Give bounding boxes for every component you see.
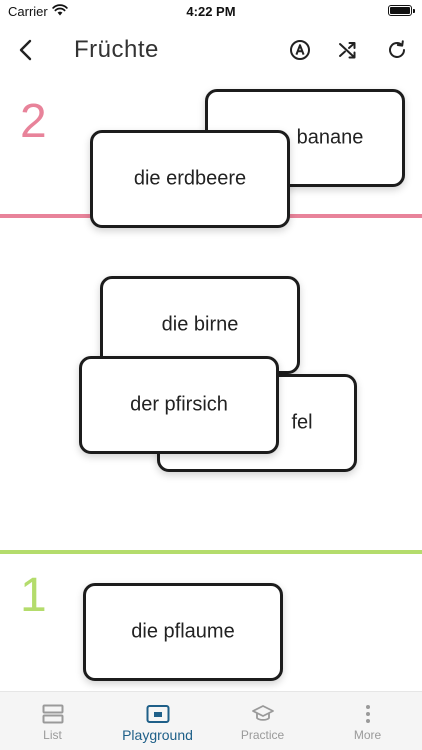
shuffle-icon [339,42,356,59]
card-label: der pfirsich [130,393,228,416]
page-title: Früchte [74,36,159,63]
refresh-icon [389,40,405,58]
tab-bar: List Playground Practice More [0,691,422,750]
tab-label: More [353,728,382,742]
card-label: die erdbeere [133,167,247,190]
tab-more[interactable]: More [315,692,420,750]
back-button[interactable] [12,36,40,64]
level-1-number: 1 [20,569,47,622]
tab-list[interactable]: List [0,692,105,750]
flashcard[interactable]: der pfirsich [79,356,279,454]
card-label: die birne [161,313,239,336]
reset-button[interactable] [383,36,411,64]
more-vertical-icon [356,703,380,725]
card-label: die pflaume [131,620,235,643]
shuffle-button[interactable] [334,36,362,64]
chevron-left-icon [19,39,32,61]
tab-practice[interactable]: Practice [210,692,315,750]
level-2-number: 2 [20,95,47,148]
graduation-cap-icon [251,703,275,725]
flashcard[interactable]: die erdbeere [90,130,290,228]
status-bar: Carrier 4:22 PM [0,0,422,24]
tab-playground[interactable]: Playground [105,692,210,750]
clock: 4:22 PM [186,4,236,19]
tab-label: Playground [122,727,193,743]
tab-label: Practice [240,728,285,742]
battery-icon [388,5,415,16]
tab-label: List [43,728,62,742]
list-icon [41,703,65,725]
playground-icon [146,703,170,725]
circle-a-icon [290,40,310,60]
level-1-divider [0,550,422,554]
flip-side-button[interactable] [286,36,314,64]
flashcard[interactable]: die pflaume [83,583,283,681]
navigation-bar: Früchte [0,28,422,72]
